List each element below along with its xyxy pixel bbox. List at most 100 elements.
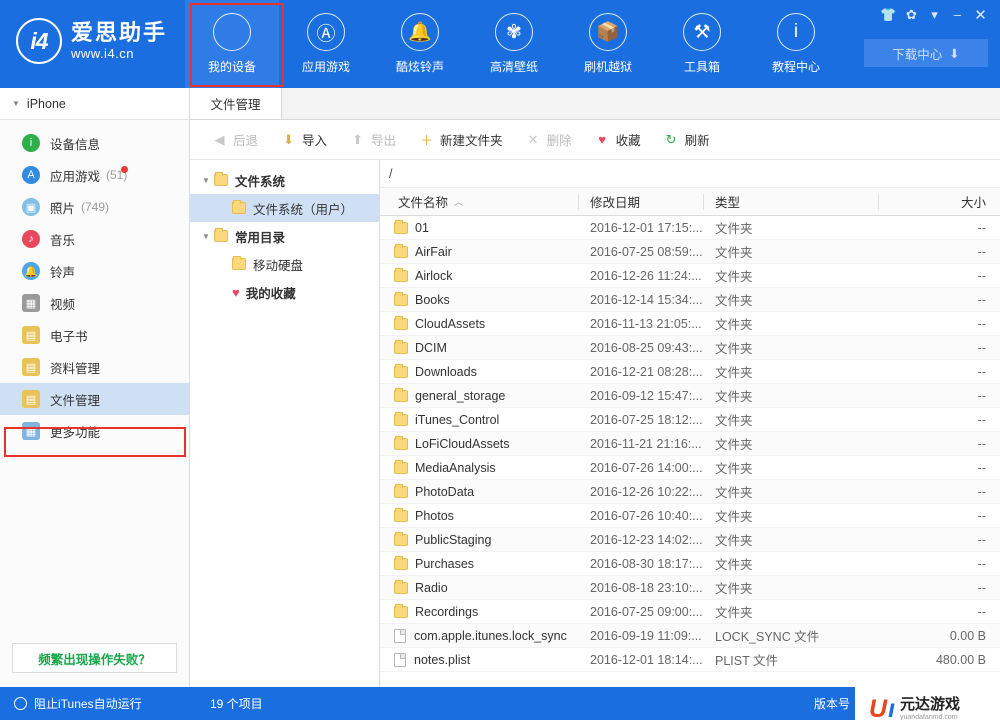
tree-node-5[interactable]: ♥ 我的收藏 — [190, 278, 379, 306]
sidebar-item-4[interactable]: ♪ 音乐 — [0, 223, 189, 255]
sidebar-item-5[interactable]: 🔔 铃声 — [0, 255, 189, 287]
cell-name: CloudAssets — [380, 315, 578, 331]
itunes-block-toggle[interactable]: 阻止iTunes自动运行 — [0, 695, 190, 712]
nav-item-3[interactable]: 🔔 酷炫铃声 — [373, 0, 467, 88]
sidebar-item-6[interactable]: ▦ 视频 — [0, 287, 189, 319]
cell-size: -- — [977, 460, 986, 475]
folder-icon — [394, 555, 408, 570]
sidebar-item-7[interactable]: ▤ 电子书 — [0, 319, 189, 351]
cell-type: LOCK_SYNC 文件 — [715, 630, 820, 644]
close-icon[interactable]: ✕ — [969, 4, 992, 25]
tree-node-4[interactable]: 移动硬盘 — [190, 250, 379, 278]
table-row[interactable]: general_storage 2016-09-12 15:47:... 文件夹 -- — [380, 384, 1000, 408]
sidebar-item-2[interactable]: A 应用游戏 (51) — [0, 159, 189, 191]
table-row[interactable]: Photos 2016-07-26 10:40:... 文件夹 -- — [380, 504, 1000, 528]
toolbar-button-6[interactable]: ♥ 收藏 — [585, 126, 650, 153]
download-center-button[interactable]: 下载中心 ⬇ — [864, 39, 988, 67]
table-row[interactable]: Airlock 2016-12-26 11:24:... 文件夹 -- — [380, 264, 1000, 288]
video-icon: ▦ — [22, 294, 40, 312]
nav-item-7[interactable]: i 教程中心 — [749, 0, 843, 88]
file-name: Radio — [415, 580, 448, 595]
file-name: Purchases — [415, 556, 475, 571]
cell-type: 文件夹 — [715, 534, 753, 548]
cell-type: 文件夹 — [715, 558, 753, 572]
cell-type: 文件夹 — [715, 246, 753, 260]
cell-name: DCIM — [380, 339, 578, 355]
tree-node-3[interactable]: ▼ 常用目录 — [190, 222, 379, 250]
nav-item-1[interactable]: 我的设备 — [185, 0, 279, 88]
table-row[interactable]: Recordings 2016-07-25 09:00:... 文件夹 -- — [380, 600, 1000, 624]
main-nav: 我的设备 Ⓐ 应用游戏 🔔 酷炫铃声 ✾ 高清壁纸 📦 刷机越狱 ⚒ 工具箱 i 教程中心 — [185, 0, 843, 88]
help-button[interactable]: 频繁出现操作失败？ — [12, 643, 177, 673]
table-row[interactable]: CloudAssets 2016-11-13 21:05:... 文件夹 -- — [380, 312, 1000, 336]
nav-item-2[interactable]: Ⓐ 应用游戏 — [279, 0, 373, 88]
file-name: Downloads — [415, 364, 477, 379]
version-label: 版本号 — [813, 697, 850, 711]
apple-icon — [213, 13, 251, 51]
tree-node-1[interactable]: ▼ 文件系统 — [190, 166, 379, 194]
table-row[interactable]: com.apple.itunes.lock_sync 2016-09-19 11:… — [380, 624, 1000, 648]
cell-size: -- — [977, 388, 986, 403]
folder-icon — [232, 256, 246, 270]
table-row[interactable]: LoFiCloudAssets 2016-11-21 21:16:... 文件夹 -- — [380, 432, 1000, 456]
nav-item-4[interactable]: ✾ 高清壁纸 — [467, 0, 561, 88]
sidebar-item-10[interactable]: ▦ 更多功能 — [0, 415, 189, 447]
cell-date: 2016-12-01 18:14:... — [590, 652, 703, 667]
table-row[interactable]: PhotoData 2016-12-26 10:22:... 文件夹 -- — [380, 480, 1000, 504]
tree-expand-icon[interactable]: ▼ — [198, 232, 214, 241]
sort-asc-icon: ︿ — [454, 197, 464, 207]
device-header[interactable]: ▼ iPhone — [0, 88, 189, 120]
path-bar[interactable]: / — [380, 160, 1000, 188]
toolbar-button-7[interactable]: ↻ 刷新 — [654, 126, 719, 153]
cell-name: iTunes_Control — [380, 411, 578, 427]
brand-url: www.i4.cn — [71, 46, 135, 62]
column-header-date[interactable]: 修改日期 — [578, 188, 703, 216]
table-row[interactable]: DCIM 2016-08-25 09:43:... 文件夹 -- — [380, 336, 1000, 360]
table-row[interactable]: Books 2016-12-14 15:34:... 文件夹 -- — [380, 288, 1000, 312]
toolbar-button-4[interactable]: ＋ 新建文件夹 — [409, 126, 512, 153]
table-row[interactable]: Radio 2016-08-18 23:10:... 文件夹 -- — [380, 576, 1000, 600]
table-row[interactable]: Purchases 2016-08-30 18:17:... 文件夹 -- — [380, 552, 1000, 576]
file-name: PhotoData — [415, 484, 475, 499]
tree-expand-icon[interactable]: ▼ — [198, 176, 214, 185]
folder-icon — [394, 507, 408, 522]
cell-type: 文件夹 — [715, 270, 753, 284]
sidebar-item-3[interactable]: ▣ 照片 (749) — [0, 191, 189, 223]
gear-icon[interactable]: ✿ — [900, 4, 923, 25]
nav-item-6[interactable]: ⚒ 工具箱 — [655, 0, 749, 88]
table-row[interactable]: MediaAnalysis 2016-07-26 14:00:... 文件夹 -- — [380, 456, 1000, 480]
table-row[interactable]: iTunes_Control 2016-07-25 18:12:... 文件夹 -- — [380, 408, 1000, 432]
chevron-down-icon[interactable]: ▾ — [923, 4, 946, 25]
toolbar-button-2[interactable]: ⬇ 导入 — [271, 126, 336, 153]
table-row[interactable]: notes.plist 2016-12-01 18:14:... PLIST 文件 4… — [380, 648, 1000, 672]
sidebar-item-1[interactable]: i 设备信息 — [0, 127, 189, 159]
folder-icon — [394, 483, 408, 498]
table-row[interactable]: Downloads 2016-12-21 08:28:... 文件夹 -- — [380, 360, 1000, 384]
table-row[interactable]: PublicStaging 2016-12-23 14:02:... 文件夹 -- — [380, 528, 1000, 552]
files-icon: ▤ — [22, 390, 40, 408]
column-header-name[interactable]: 文件名称 ︿ — [380, 188, 578, 216]
nav-item-label: 酷炫铃声 — [395, 60, 444, 74]
nav-item-label: 刷机越狱 — [583, 60, 632, 74]
file-name: general_storage — [415, 388, 506, 403]
skin-icon[interactable]: 👕 — [877, 4, 900, 25]
brand-text: 爱思助手 www.i4.cn — [71, 21, 167, 61]
table-row[interactable]: AirFair 2016-07-25 08:59:... 文件夹 -- — [380, 240, 1000, 264]
sidebar-item-8[interactable]: ▤ 资料管理 — [0, 351, 189, 383]
cell-type: 文件夹 — [715, 366, 753, 380]
minimize-icon[interactable]: – — [946, 4, 969, 25]
column-header-type[interactable]: 类型 — [703, 188, 878, 216]
table-row[interactable]: 01 2016-12-01 17:15:... 文件夹 -- — [380, 216, 1000, 240]
nav-item-5[interactable]: 📦 刷机越狱 — [561, 0, 655, 88]
refresh-icon: ↻ — [665, 131, 677, 147]
sidebar-item-9[interactable]: ▤ 文件管理 — [0, 383, 189, 415]
tree-node-2[interactable]: 文件系统（用户） — [190, 194, 379, 222]
column-header-size[interactable]: 大小 — [878, 188, 1000, 216]
tab-file-manager[interactable]: 文件管理 — [190, 87, 282, 119]
cell-date: 2016-12-26 11:24:... — [590, 268, 702, 283]
cell-name: Books — [380, 291, 578, 307]
i4-logo-icon: i4 — [16, 18, 62, 64]
cell-name: Downloads — [380, 363, 578, 379]
file-name: Recordings — [415, 604, 479, 619]
content-panes: ▼ 文件系统 文件系统（用户） ▼ 常用目录 移动硬盘 ♥ 我的收藏 / 文件名称 ︿ 修改日… — [190, 160, 1000, 687]
